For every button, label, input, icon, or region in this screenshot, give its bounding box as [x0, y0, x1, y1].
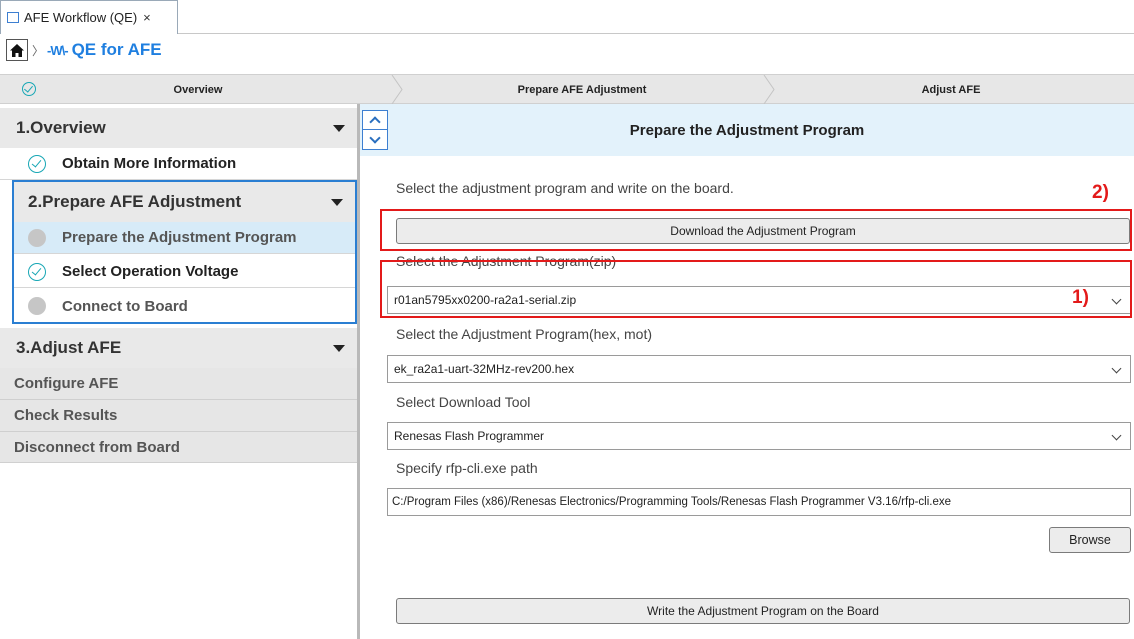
- browse-button[interactable]: Browse: [1049, 527, 1131, 553]
- chevron-up-icon: [369, 116, 381, 128]
- section-title: 1.Overview: [16, 118, 106, 137]
- sidebar-item-connect-board[interactable]: Connect to Board: [14, 290, 355, 322]
- annotation-box-1: [380, 260, 1132, 318]
- window-icon: [7, 12, 19, 23]
- breadcrumb: 〉 -W\- QE for AFE: [0, 36, 162, 64]
- section-overview[interactable]: 1.Overview: [0, 108, 357, 148]
- check-circle-icon: [28, 262, 46, 281]
- breadcrumb-title[interactable]: QE for AFE: [72, 40, 162, 60]
- instruction-text: Select the adjustment program and write …: [396, 180, 734, 196]
- path-label: Specify rfp-cli.exe path: [396, 460, 538, 476]
- workflow-steps: Overview Prepare AFE Adjustment Adjust A…: [0, 74, 1134, 105]
- hex-select-value: ek_ra2a1-uart-32MHz-rev200.hex: [394, 362, 575, 376]
- write-program-button[interactable]: Write the Adjustment Program on the Boar…: [396, 598, 1130, 624]
- section-adjust-afe[interactable]: 3.Adjust AFE: [0, 328, 357, 368]
- step-adjust-afe[interactable]: Adjust AFE: [768, 75, 1134, 104]
- annotation-label-2: 2): [1092, 182, 1109, 203]
- check-circle-icon: [28, 154, 46, 173]
- main-panel: Prepare the Adjustment Program Select th…: [360, 104, 1134, 639]
- section-title: 2.Prepare AFE Adjustment: [28, 192, 242, 211]
- wave-icon: -W\-: [47, 42, 69, 58]
- annotation-label-1: 1): [1072, 287, 1089, 308]
- chevron-down-icon: [369, 131, 381, 144]
- section-prepare-afe[interactable]: 2.Prepare AFE Adjustment: [14, 182, 355, 222]
- hex-select[interactable]: ek_ra2a1-uart-32MHz-rev200.hex: [387, 355, 1131, 383]
- sidebar-empty-area: [0, 462, 357, 639]
- sidebar-item-label: Prepare the Adjustment Program: [62, 229, 297, 246]
- pending-circle-icon: [28, 297, 46, 315]
- tab-afe-workflow[interactable]: AFE Workflow (QE) ×: [0, 0, 178, 34]
- tab-bar: AFE Workflow (QE) ×: [0, 0, 1134, 34]
- hex-label: Select the Adjustment Program(hex, mot): [396, 326, 652, 342]
- sidebar-item-disconnect[interactable]: Disconnect from Board: [0, 432, 357, 464]
- sidebar-item-label: Obtain More Information: [62, 155, 237, 172]
- page-nav-buttons: [362, 110, 388, 150]
- tool-label: Select Download Tool: [396, 394, 531, 410]
- close-icon[interactable]: ×: [143, 10, 151, 25]
- sidebar-item-check-results[interactable]: Check Results: [0, 400, 357, 432]
- tool-select-value: Renesas Flash Programmer: [394, 429, 545, 443]
- pending-circle-icon: [28, 228, 46, 247]
- collapse-triangle-icon[interactable]: [331, 199, 343, 206]
- collapse-triangle-icon[interactable]: [333, 345, 345, 352]
- breadcrumb-separator: 〉: [32, 43, 45, 58]
- page-header: Prepare the Adjustment Program: [360, 104, 1134, 156]
- step-overview[interactable]: Overview: [0, 75, 396, 104]
- home-icon: [10, 43, 24, 57]
- page-up-button[interactable]: [363, 111, 387, 130]
- rfp-path-value: C:/Program Files (x86)/Renesas Electroni…: [392, 496, 952, 508]
- home-button[interactable]: [6, 39, 28, 61]
- sidebar-item-label: Select Operation Voltage: [62, 263, 239, 280]
- tab-title: AFE Workflow (QE): [24, 10, 138, 25]
- sidebar-item-label: Connect to Board: [62, 297, 188, 315]
- tool-select[interactable]: Renesas Flash Programmer: [387, 422, 1131, 450]
- sidebar-item-configure-afe[interactable]: Configure AFE: [0, 368, 357, 400]
- chevron-down-icon: [1111, 363, 1122, 374]
- sidebar-item-obtain-info[interactable]: Obtain More Information: [0, 148, 357, 180]
- rfp-path-input[interactable]: C:/Program Files (x86)/Renesas Electroni…: [387, 488, 1131, 516]
- step-prepare-afe[interactable]: Prepare AFE Adjustment: [396, 75, 768, 104]
- sidebar-item-prepare-program[interactable]: Prepare the Adjustment Program: [14, 222, 355, 254]
- annotation-box-2: [380, 209, 1132, 251]
- page-down-button[interactable]: [363, 130, 387, 149]
- section-title: 3.Adjust AFE: [16, 338, 122, 357]
- chevron-down-icon: [1111, 430, 1122, 441]
- sidebar-item-select-voltage[interactable]: Select Operation Voltage: [14, 256, 355, 288]
- page-title: Prepare the Adjustment Program: [629, 121, 865, 139]
- collapse-triangle-icon[interactable]: [333, 125, 345, 132]
- sidebar: 1.Overview Obtain More Information 2.Pre…: [0, 104, 360, 639]
